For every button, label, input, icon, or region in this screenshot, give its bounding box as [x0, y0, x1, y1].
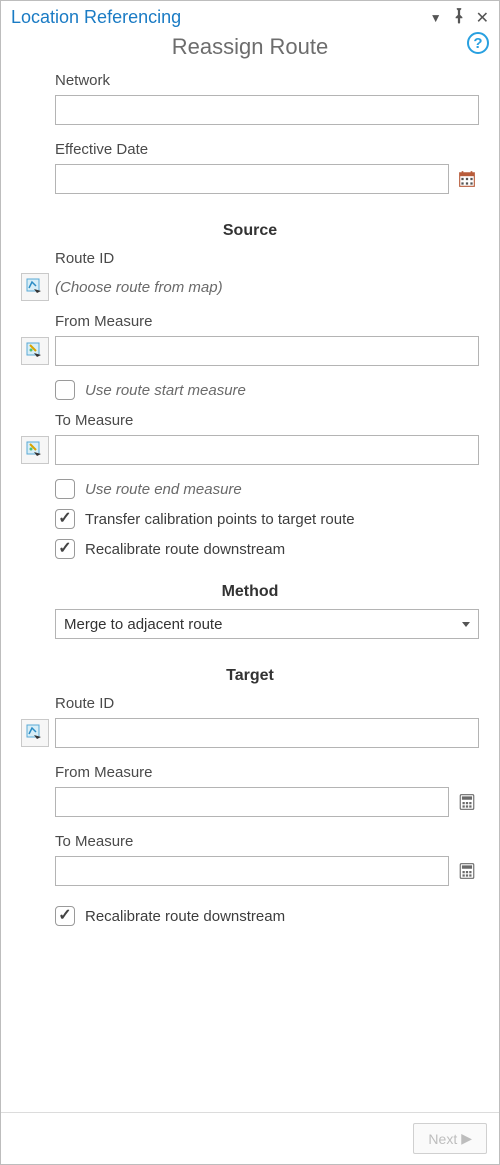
network-label: Network	[55, 72, 465, 89]
method-value: Merge to adjacent route	[64, 616, 222, 633]
method-select[interactable]: Merge to adjacent route	[55, 609, 479, 639]
next-button[interactable]: Next ▶	[413, 1123, 487, 1154]
method-heading: Method	[21, 583, 479, 601]
calendar-icon[interactable]	[455, 170, 479, 188]
target-to-measure-input[interactable]	[55, 856, 449, 886]
use-end-measure-checkbox[interactable]	[55, 479, 75, 499]
footer: Next ▶	[1, 1112, 499, 1164]
target-recalibrate-label: Recalibrate route downstream	[85, 908, 285, 925]
network-input[interactable]	[55, 95, 479, 125]
source-to-measure-input[interactable]	[55, 435, 479, 465]
content: Network Effective Date	[1, 70, 499, 1112]
effective-date-label: Effective Date	[55, 141, 465, 158]
pick-from-measure-on-map-icon[interactable]	[21, 337, 49, 365]
pane-title: Location Referencing	[11, 7, 181, 28]
target-from-measure-label: From Measure	[55, 764, 465, 781]
target-from-measure-input[interactable]	[55, 787, 449, 817]
target-route-id-label: Route ID	[55, 695, 465, 712]
transfer-calibration-checkbox[interactable]	[55, 509, 75, 529]
source-route-id-label: Route ID	[55, 250, 465, 267]
effective-date-input[interactable]	[55, 164, 449, 194]
source-to-measure-label: To Measure	[55, 412, 465, 429]
options-icon[interactable]: ▼	[430, 11, 442, 25]
window-controls: ▼ ✕	[430, 7, 489, 28]
subtitle-row: Reassign Route ?	[1, 30, 499, 70]
calculator-to-icon[interactable]	[455, 862, 479, 880]
close-icon[interactable]: ✕	[476, 8, 489, 28]
source-recalibrate-label: Recalibrate route downstream	[85, 541, 285, 558]
use-start-measure-checkbox[interactable]	[55, 380, 75, 400]
next-button-label: Next	[428, 1131, 457, 1147]
target-to-measure-label: To Measure	[55, 833, 465, 850]
target-route-id-input[interactable]	[55, 718, 479, 748]
source-heading: Source	[21, 222, 479, 240]
use-start-measure-label: Use route start measure	[85, 382, 246, 399]
help-icon[interactable]: ?	[467, 32, 489, 54]
page-subtitle: Reassign Route	[172, 34, 329, 60]
transfer-calibration-label: Transfer calibration points to target ro…	[85, 511, 355, 528]
source-from-measure-label: From Measure	[55, 313, 465, 330]
target-recalibrate-checkbox[interactable]	[55, 906, 75, 926]
pin-icon[interactable]	[450, 7, 468, 28]
pick-to-measure-on-map-icon[interactable]	[21, 436, 49, 464]
select-target-route-on-map-icon[interactable]	[21, 719, 49, 747]
select-route-on-map-icon[interactable]	[21, 273, 49, 301]
use-end-measure-label: Use route end measure	[85, 481, 242, 498]
choose-route-hint: (Choose route from map)	[55, 279, 479, 296]
calculator-from-icon[interactable]	[455, 793, 479, 811]
titlebar: Location Referencing ▼ ✕	[1, 1, 499, 30]
chevron-down-icon	[462, 622, 470, 627]
location-referencing-pane: Location Referencing ▼ ✕ Reassign Route …	[0, 0, 500, 1165]
source-from-measure-input[interactable]	[55, 336, 479, 366]
source-recalibrate-checkbox[interactable]	[55, 539, 75, 559]
next-arrow-icon: ▶	[461, 1130, 472, 1147]
target-heading: Target	[21, 667, 479, 685]
